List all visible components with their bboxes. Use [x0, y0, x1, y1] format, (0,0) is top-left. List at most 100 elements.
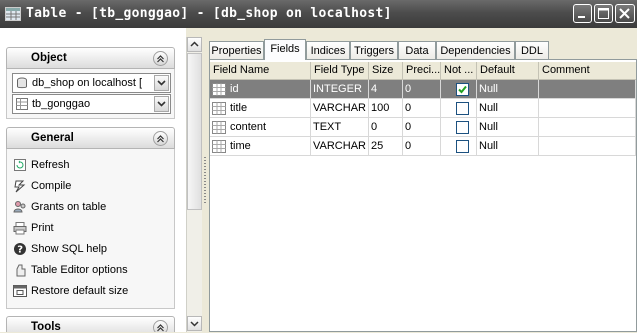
window-title: Table - [tb_gonggao] - [db_shop on local… [26, 6, 392, 21]
cell-default[interactable]: Null [477, 137, 539, 156]
sql-help-action[interactable]: ? Show SQL help [13, 241, 163, 259]
cell-default[interactable]: Null [477, 80, 539, 99]
grants-icon [13, 200, 27, 214]
field-row-icon [212, 83, 226, 96]
restore-size-action[interactable]: Restore default size [13, 283, 163, 301]
column-header-field-name[interactable]: Field Name [210, 62, 311, 80]
general-section-header[interactable]: General [6, 127, 175, 149]
scroll-up-button[interactable] [187, 37, 202, 52]
cell-name[interactable]: time [210, 137, 311, 156]
navigation-pane: Object db_shop on localhost [ tb_gonggao… [0, 28, 186, 332]
cell-size[interactable]: 100 [369, 99, 403, 118]
field-row-icon [212, 102, 226, 115]
column-header-not-null[interactable]: Not ... [441, 62, 477, 80]
table-row[interactable]: time VARCHAR 25 0 Null [210, 137, 636, 156]
cell-comment[interactable] [539, 99, 636, 118]
cell-type[interactable]: TEXT [311, 118, 369, 137]
cell-comment[interactable] [539, 80, 636, 99]
table-icon [16, 98, 28, 110]
column-header-precision[interactable]: Preci... [403, 62, 441, 80]
scroll-thumb[interactable] [187, 53, 202, 210]
fields-grid[interactable]: Field Name Field Type Size Preci... Not … [209, 59, 637, 332]
collapse-chevron-icon[interactable] [153, 320, 168, 332]
cell-size[interactable]: 0 [369, 118, 403, 137]
chevron-down-icon[interactable] [154, 75, 169, 91]
not-null-checkbox[interactable] [456, 83, 469, 96]
maximize-button[interactable] [594, 4, 613, 23]
table-row[interactable]: content TEXT 0 0 Null [210, 118, 636, 137]
tab-properties[interactable]: Properties [209, 41, 264, 59]
scroll-down-button[interactable] [187, 316, 202, 331]
cell-size[interactable]: 25 [369, 137, 403, 156]
tools-section-header[interactable]: Tools [6, 316, 175, 332]
cell-type[interactable]: VARCHAR [311, 137, 369, 156]
table-select-value: tb_gonggao [32, 98, 91, 110]
database-select-value: db_shop on localhost [ [32, 77, 143, 89]
editor-options-action[interactable]: Table Editor options [13, 262, 163, 280]
object-section-title: Object [31, 52, 67, 64]
object-section-header[interactable]: Object [6, 47, 175, 69]
cell-precision[interactable]: 0 [403, 80, 441, 99]
refresh-action[interactable]: Refresh [13, 157, 163, 175]
cell-not-null[interactable] [441, 99, 477, 118]
column-header-comment[interactable]: Comment [539, 62, 636, 80]
column-header-size[interactable]: Size [369, 62, 403, 80]
cell-precision[interactable]: 0 [403, 118, 441, 137]
navigation-scrollbar[interactable] [186, 37, 202, 332]
cell-type[interactable]: VARCHAR [311, 99, 369, 118]
cell-precision[interactable]: 0 [403, 99, 441, 118]
print-icon [13, 221, 27, 235]
compile-action[interactable]: Compile [13, 178, 163, 196]
grants-action[interactable]: Grants on table [13, 199, 163, 217]
close-button[interactable] [615, 4, 635, 23]
object-section-body: db_shop on localhost [ tb_gonggao [6, 69, 175, 119]
collapse-chevron-icon[interactable] [153, 131, 168, 146]
cell-default[interactable]: Null [477, 99, 539, 118]
restore-size-icon [13, 284, 27, 298]
table-row[interactable]: id INTEGER 4 0 Null [210, 80, 636, 99]
minimize-button[interactable] [573, 4, 592, 23]
general-section-title: General [31, 132, 74, 144]
refresh-icon [13, 158, 27, 172]
cell-default[interactable]: Null [477, 118, 539, 137]
not-null-checkbox[interactable] [456, 102, 469, 115]
cell-name[interactable]: id [210, 80, 311, 99]
table-app-icon [5, 7, 21, 21]
cell-not-null[interactable] [441, 118, 477, 137]
cell-not-null[interactable] [441, 137, 477, 156]
editor-pane: Properties Fields Indices Triggers Data … [208, 37, 637, 332]
cell-name[interactable]: title [210, 99, 311, 118]
column-header-default[interactable]: Default [477, 62, 539, 80]
not-null-checkbox[interactable] [456, 140, 469, 153]
column-header-field-type[interactable]: Field Type [311, 62, 369, 80]
cell-size[interactable]: 4 [369, 80, 403, 99]
tab-dependencies[interactable]: Dependencies [436, 41, 515, 59]
not-null-checkbox[interactable] [456, 121, 469, 134]
options-icon [13, 263, 27, 277]
tab-fields[interactable]: Fields [264, 39, 306, 60]
tab-indices[interactable]: Indices [306, 41, 350, 59]
cell-comment[interactable] [539, 137, 636, 156]
window-titlebar[interactable]: Table - [tb_gonggao] - [db_shop on local… [0, 0, 637, 28]
database-select[interactable]: db_shop on localhost [ [12, 73, 171, 93]
chevron-down-icon[interactable] [154, 96, 169, 112]
cell-precision[interactable]: 0 [403, 137, 441, 156]
general-section-body: Refresh Compile Grants on table Print ? … [6, 149, 175, 309]
tab-ddl[interactable]: DDL [515, 41, 549, 59]
tab-data[interactable]: Data [398, 41, 436, 59]
svg-text:?: ? [17, 245, 23, 256]
table-row[interactable]: title VARCHAR 100 0 Null [210, 99, 636, 118]
cell-type[interactable]: INTEGER [311, 80, 369, 99]
database-icon [16, 77, 28, 89]
print-action[interactable]: Print [13, 220, 163, 238]
cell-comment[interactable] [539, 118, 636, 137]
cell-not-null[interactable] [441, 80, 477, 99]
field-row-icon [212, 140, 226, 153]
help-icon: ? [13, 242, 27, 256]
collapse-chevron-icon[interactable] [153, 51, 168, 66]
field-row-icon [212, 121, 226, 134]
tab-triggers[interactable]: Triggers [350, 41, 398, 59]
compile-icon [13, 179, 27, 193]
cell-name[interactable]: content [210, 118, 311, 137]
table-select[interactable]: tb_gonggao [12, 94, 171, 114]
